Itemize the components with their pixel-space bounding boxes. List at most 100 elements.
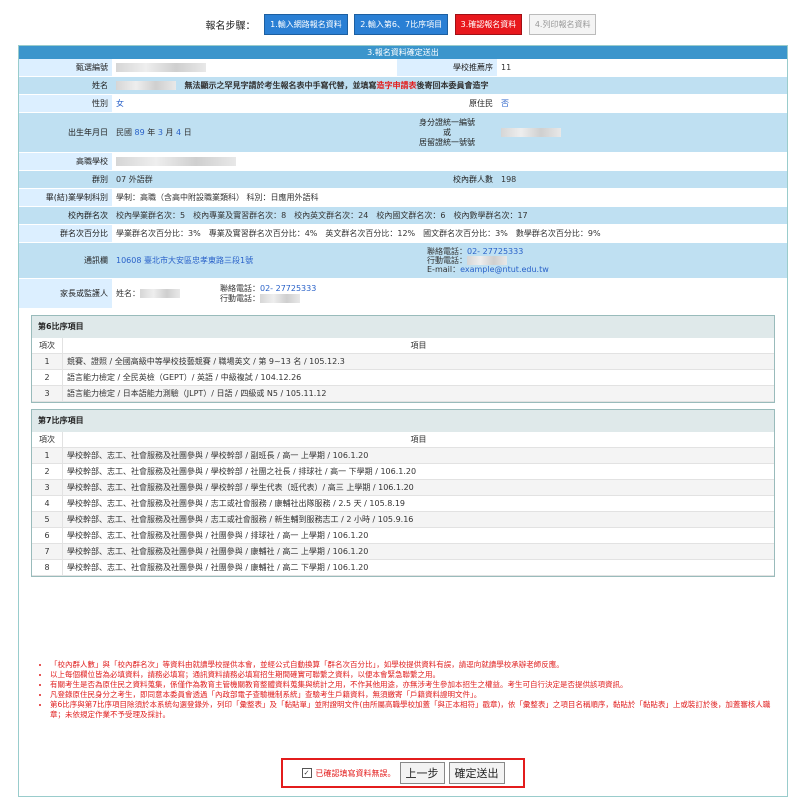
section7-title: 第7比序項目 [32,410,774,432]
submit-button[interactable]: 確定送出 [448,762,505,784]
table-row: 7 學校幹部、志工、社會服務及社團參與 / 社團參與 / 康輔社 / 高二 上學期… [32,543,774,560]
contact-block: 聯絡電話：02- 27725333 行動電話： E-mail：example@n… [397,242,787,279]
pct-value: 學業群名次百分比：3% 專業及實習群名次百分比：4% 英文群名次百分比：12% … [112,224,787,243]
section6-title: 第6比序項目 [32,316,774,338]
section7-col-no: 項次 [32,432,63,448]
mobile-label: 行動電話： [427,256,467,265]
section6-col-no: 項次 [32,338,63,354]
group-value: 07 外語群 [112,170,397,189]
row-no: 2 [32,369,63,386]
birth-day-unit: 日 [183,128,192,137]
table-row: 2 學校幹部、志工、社會服務及社團參與 / 學校幹部 / 社團之社長 / 排球社 … [32,463,774,480]
note-item: 第6比序與第7比序項目除須於本系統勾選登錄外，列印「彙整表」及「黏貼單」並附證明… [50,700,780,720]
step-bar: 報名步驟： 1.輸入網路報名資料 2.輸入第6、7比序項目 3.確認報名資料 4… [0,14,804,35]
note-item: 「校內群人數」與「校內群名次」等資料由就讀學校提供本會，並經公式自動換算「群名次… [50,660,780,670]
table-row: 3 語言能力檢定 / 日本語能力測驗（JLPT）/ 日語 / 四級或 N5 / 1… [32,385,774,402]
back-button[interactable]: 上一步 [399,762,445,784]
redacted-name [116,81,176,90]
birth-value: 民國 89 年 3 月 4 日 [112,112,397,153]
name-note-a: 無法顯示之罕見字請於考生報名表中手寫代替，並填寫 [184,81,377,90]
section7-table: 項次 項目 1 學校幹部、志工、社會服務及社團參與 / 學校幹部 / 副班長 / … [32,432,774,576]
school-count-value: 198 [497,170,787,189]
gender-label: 性別 [19,94,112,113]
dept-label: 畢(結)業學制科別 [19,188,112,207]
row-item: 語言能力檢定 / 全民英檢（GEPT）/ 英語 / 中級複試 / 104.12.… [62,369,774,386]
row-no: 3 [32,385,63,402]
row-no: 7 [32,543,63,560]
school-order-value: 11 [497,59,787,77]
guardian-label: 家長或監護人 [19,278,112,309]
id-label-line3: 居留證統一號號 [419,137,475,147]
table-row: 2 語言能力檢定 / 全民英檢（GEPT）/ 英語 / 中級複試 / 104.12… [32,369,774,386]
note-item: 有關考生是否為原住民之資料蒐集，係僅作為教育主管機關教育整體資料蒐集與統計之用，… [50,680,780,690]
applicant-info-table: 甄選編號 學校推薦序 11 姓名 無法顯示之罕見字請於考生報名表中手寫代替，並填… [19,59,787,309]
id-label-line1: 身分證統一編號 [419,117,475,127]
address-value: 10608 臺北市大安區忠孝東路三段1號 [112,242,397,279]
email-value: example@ntut.edu.tw [460,265,549,274]
school-count-label: 校內群人數 [397,170,497,189]
birth-month: 3 [157,128,163,137]
char-request-link[interactable]: 造字申請表 [377,81,417,90]
exam-no-label: 甄選編號 [19,59,112,77]
row-item: 學校幹部、志工、社會服務及社團參與 / 社團參與 / 排球社 / 高一 上學期 … [62,527,774,544]
confirm-label: 已確認填寫資料無誤。 [315,768,396,778]
birth-day: 4 [176,128,182,137]
birth-prefix: 民國 [116,128,132,137]
section7-panel: 第7比序項目 項次 項目 1 學校幹部、志工、社會服務及社團參與 / 學校幹部 /… [31,409,775,577]
row-no: 1 [32,353,63,370]
name-row: 無法顯示之罕見字請於考生報名表中手寫代替，並填寫造字申請表後寄回本委員會造字 [112,76,787,95]
rank-value: 校內學業群名次：5 校內專業及實習群名次：8 校內英文群名次：24 校內國文群名… [112,206,787,225]
birth-month-unit: 月 [165,128,174,137]
row-item: 學校幹部、志工、社會服務及社團參與 / 學校幹部 / 副班長 / 高一 上學期 … [62,447,774,464]
school-value [112,152,787,171]
row-no: 6 [32,527,63,544]
guardian-name-label: 姓名： [116,289,140,298]
panel-title: 3.報名資料確定送出 [19,46,787,59]
row-no: 3 [32,479,63,496]
row-item: 學校幹部、志工、社會服務及社團參與 / 社團參與 / 康輔社 / 高二 下學期 … [62,559,774,576]
birth-year: 89 [134,128,145,137]
redacted-school [116,157,236,166]
indigenous-label: 原住民 [397,94,497,113]
table-row: 1 學校幹部、志工、社會服務及社團參與 / 學校幹部 / 副班長 / 高一 上學期… [32,447,774,464]
section6-table: 項次 項目 1 競賽、證照 / 全國高級中等學校技藝競賽 / 職場英文 / 第 9… [32,338,774,402]
note-item: 凡登錄原住民身分之考生，即同意本委員會透過「內政部電子查驗機制系統」查驗考生戶籍… [50,690,780,700]
school-label: 高職學校 [19,152,112,171]
table-row: 6 學校幹部、志工、社會服務及社團參與 / 社團參與 / 排球社 / 高一 上學期… [32,527,774,544]
address-label: 通訊欄 [19,242,112,279]
row-item: 學校幹部、志工、社會服務及社團參與 / 學校幹部 / 學生代表（班代表）/ 高三… [62,479,774,496]
row-item: 學校幹部、志工、社會服務及社團參與 / 志工或社會服務 / 新生輔到服務志工 /… [62,511,774,528]
birth-year-unit: 年 [147,128,156,137]
id-label-line2: 或 [443,127,451,137]
row-no: 2 [32,463,63,480]
pct-label: 群名次百分比 [19,224,112,243]
section7-col-item: 項目 [62,432,774,448]
guardian-mobile-label: 行動電話： [220,293,260,303]
rank-label: 校內群名次 [19,206,112,225]
submit-box: ✓ 已確認填寫資料無誤。 上一步 確定送出 [281,758,525,788]
step-1-button[interactable]: 1.輸入網路報名資料 [264,14,348,35]
step-3-current: 3.確認報名資料 [454,14,523,35]
row-item: 學校幹部、志工、社會服務及社團參與 / 學校幹部 / 社團之社長 / 排球社 /… [62,463,774,480]
step-label: 報名步驟： [205,21,256,32]
guardian-block: 姓名： 聯絡電話：02- 27725333 行動電話： [112,278,787,309]
table-row: 3 學校幹部、志工、社會服務及社團參與 / 學校幹部 / 學生代表（班代表）/ 高… [32,479,774,496]
step-4-disabled: 4.列印報名資料 [528,14,597,35]
confirm-checkbox[interactable]: ✓ [301,768,312,778]
row-item: 學校幹部、志工、社會服務及社團參與 / 志工或社會服務 / 康輔社出隊服務 / … [62,495,774,512]
section6-panel: 第6比序項目 項次 項目 1 競賽、證照 / 全國高級中等學校技藝競賽 / 職場英… [31,315,775,403]
redacted-mobile [467,256,507,265]
note-item: 以上每個欄位皆為必填資料，請務必填寫；通訊資料請務必填寫招生期間確實可聯繫之資料… [50,670,780,680]
row-item: 競賽、證照 / 全國高級中等學校技藝競賽 / 職場英文 / 第 9~13 名 /… [62,353,774,370]
dept-value: 學制：高職（含高中附設職業類科） 科別：日應用外語科 [112,188,787,207]
step-2-button[interactable]: 2.輸入第6、7比序項目 [354,14,449,35]
row-no: 5 [32,511,63,528]
table-row: 4 學校幹部、志工、社會服務及社團參與 / 志工或社會服務 / 康輔社出隊服務 /… [32,495,774,512]
name-label: 姓名 [19,76,112,95]
group-label: 群別 [19,170,112,189]
row-no: 1 [32,447,63,464]
table-row: 5 學校幹部、志工、社會服務及社團參與 / 志工或社會服務 / 新生輔到服務志工 … [32,511,774,528]
section6-col-item: 項目 [62,338,774,354]
indigenous-value: 否 [497,94,787,113]
row-item: 語言能力檢定 / 日本語能力測驗（JLPT）/ 日語 / 四級或 N5 / 10… [62,385,774,402]
